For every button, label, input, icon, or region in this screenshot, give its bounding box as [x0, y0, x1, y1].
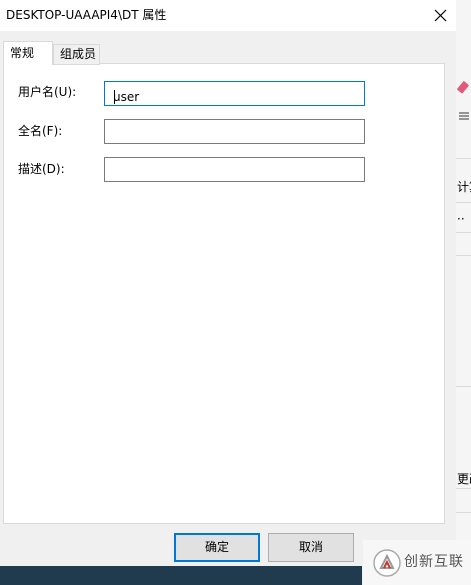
background-text-2: 更改 [457, 472, 471, 486]
watermark-text: 创新互联 [404, 554, 464, 570]
background-dots: ·· [457, 212, 465, 226]
tab-member-of[interactable]: 组成员 [53, 44, 100, 65]
fullname-input[interactable] [104, 119, 365, 144]
tab-general-label: 常规 [10, 46, 35, 60]
eraser-icon [457, 81, 469, 94]
fullname-label: 全名(F): [18, 124, 63, 138]
username-input[interactable]: user [104, 81, 365, 106]
close-icon [434, 9, 447, 22]
window-title: DESKTOP-UAAAPI4\DT 属性 [6, 8, 167, 22]
username-label: 用户名(U): [18, 85, 77, 99]
background-text-1: 计算 [457, 180, 471, 194]
text-caret [114, 90, 115, 104]
description-input[interactable] [104, 157, 365, 182]
title-bar[interactable]: DESKTOP-UAAAPI4\DT 属性 [0, 0, 456, 31]
ok-button[interactable]: 确定 [174, 533, 260, 562]
tab-member-of-label: 组成员 [60, 47, 97, 61]
background-window-strip: 计算 ·· 更改 [456, 0, 471, 585]
username-value: user [113, 90, 140, 104]
properties-dialog: DESKTOP-UAAAPI4\DT 属性 常规 组成员 用户名(U): use… [0, 0, 456, 585]
cancel-button[interactable]: 取消 [268, 533, 354, 562]
menu-icon [459, 112, 469, 120]
background-taskbar-strip [0, 566, 362, 585]
close-button[interactable] [427, 2, 454, 29]
watermark: 创新互联 [363, 540, 471, 585]
description-label: 描述(D): [18, 162, 65, 176]
watermark-logo-icon [373, 549, 401, 577]
tab-general[interactable]: 常规 [3, 41, 53, 65]
